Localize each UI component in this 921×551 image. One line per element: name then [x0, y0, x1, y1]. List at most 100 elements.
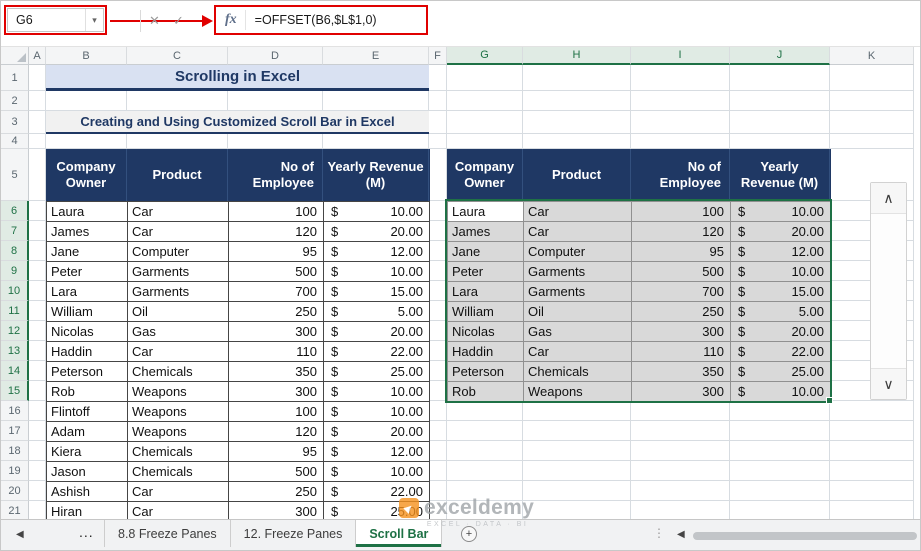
table-cell[interactable]: Laura [47, 202, 128, 222]
table-cell[interactable]: Garments [524, 282, 632, 302]
fx-icon[interactable]: fx [216, 12, 245, 28]
table-cell[interactable]: $20.00 [324, 422, 430, 442]
sheet-tab-scroll-bar[interactable]: Scroll Bar [356, 520, 443, 547]
column-header-E[interactable]: E [323, 47, 429, 65]
table-cell[interactable]: $10.00 [324, 202, 430, 222]
sheet-nav-left-icon[interactable]: ◀ [16, 529, 24, 540]
column-header-K[interactable]: K [830, 47, 914, 65]
table-cell[interactable]: $10.00 [324, 382, 430, 402]
table-cell[interactable]: 95 [229, 442, 324, 462]
scrollbar-up-button[interactable]: ∧ [871, 183, 906, 214]
row-header-17[interactable]: 17 [1, 421, 29, 441]
table-cell[interactable]: 110 [632, 342, 731, 362]
table-cell[interactable]: Peter [47, 262, 128, 282]
table-cell[interactable]: Weapons [128, 402, 229, 422]
table-cell[interactable]: $10.00 [731, 382, 831, 402]
row-header-8[interactable]: 8 [1, 241, 29, 261]
table-cell[interactable]: $10.00 [324, 262, 430, 282]
table-cell[interactable]: Lara [47, 282, 128, 302]
table-cell[interactable]: 700 [229, 282, 324, 302]
table-cell[interactable]: William [47, 302, 128, 322]
row-header-11[interactable]: 11 [1, 301, 29, 321]
table-cell[interactable]: Chemicals [128, 462, 229, 482]
table-cell[interactable]: 250 [229, 302, 324, 322]
table-header-cell[interactable]: No of Employee [631, 149, 730, 201]
table-cell[interactable]: 350 [229, 362, 324, 382]
column-header-C[interactable]: C [127, 47, 228, 65]
row-header-21[interactable]: 21 [1, 501, 29, 519]
table-cell[interactable]: Rob [47, 382, 128, 402]
row-header-7[interactable]: 7 [1, 221, 29, 241]
table-cell[interactable]: 100 [229, 202, 324, 222]
table-cell[interactable]: Peterson [448, 362, 524, 382]
row-header-14[interactable]: 14 [1, 361, 29, 381]
table-cell[interactable]: $5.00 [731, 302, 831, 322]
table-cell[interactable]: 100 [229, 402, 324, 422]
table-cell[interactable]: Car [128, 502, 229, 519]
table-cell[interactable]: Chemicals [524, 362, 632, 382]
table-cell[interactable]: 120 [229, 422, 324, 442]
table-cell[interactable]: Peter [448, 262, 524, 282]
table-cell[interactable]: $25.00 [324, 362, 430, 382]
table-cell[interactable]: James [448, 222, 524, 242]
column-header-F[interactable]: F [429, 47, 447, 65]
row-header-2[interactable]: 2 [1, 91, 29, 111]
table-cell[interactable]: Car [524, 202, 632, 222]
table-header-cell[interactable]: Company Owner [447, 149, 523, 201]
row-header-1[interactable]: 1 [1, 65, 29, 91]
table-cell[interactable]: Kiera [47, 442, 128, 462]
sheet-overflow-ellipsis[interactable]: ... [79, 524, 94, 540]
table-cell[interactable]: $15.00 [731, 282, 831, 302]
table-cell[interactable]: 300 [229, 382, 324, 402]
table-cell[interactable]: Laura [448, 202, 524, 222]
table-cell[interactable]: Car [128, 202, 229, 222]
row-header-13[interactable]: 13 [1, 341, 29, 361]
table-cell[interactable]: Haddin [47, 342, 128, 362]
table-header-cell[interactable]: Yearly Revenue (M) [323, 149, 429, 201]
table-cell[interactable]: 95 [632, 242, 731, 262]
table-cell[interactable]: Lara [448, 282, 524, 302]
table-cell[interactable]: $5.00 [324, 302, 430, 322]
scrollbar-track[interactable] [871, 214, 906, 370]
table-cell[interactable]: $20.00 [731, 222, 831, 242]
row-header-20[interactable]: 20 [1, 481, 29, 501]
row-header-12[interactable]: 12 [1, 321, 29, 341]
table-header-cell[interactable]: Yearly Revenue (M) [730, 149, 830, 201]
row-header-9[interactable]: 9 [1, 261, 29, 281]
table-cell[interactable]: Nicolas [448, 322, 524, 342]
table-cell[interactable]: Nicolas [47, 322, 128, 342]
row-header-16[interactable]: 16 [1, 401, 29, 421]
table-cell[interactable]: James [47, 222, 128, 242]
table-header-cell[interactable]: No of Employee [228, 149, 323, 201]
row-header-5[interactable]: 5 [1, 149, 29, 201]
table-cell[interactable]: Chemicals [128, 362, 229, 382]
row-header-18[interactable]: 18 [1, 441, 29, 461]
horizontal-scrollbar-thumb[interactable] [693, 532, 917, 540]
column-header-H[interactable]: H [523, 47, 631, 65]
table-cell[interactable]: Ashish [47, 482, 128, 502]
table-cell[interactable]: Garments [128, 282, 229, 302]
table-cell[interactable]: $12.00 [324, 242, 430, 262]
table-cell[interactable]: Car [128, 482, 229, 502]
table-cell[interactable]: $22.00 [731, 342, 831, 362]
column-header-G[interactable]: G [447, 47, 523, 65]
table-cell[interactable]: 500 [229, 462, 324, 482]
table-cell[interactable]: Car [524, 222, 632, 242]
table-cell[interactable]: Chemicals [128, 442, 229, 462]
table-cell[interactable]: Haddin [448, 342, 524, 362]
table-cell[interactable]: 120 [632, 222, 731, 242]
table-cell[interactable]: $20.00 [324, 322, 430, 342]
table-cell[interactable]: $15.00 [324, 282, 430, 302]
table-cell[interactable]: $10.00 [731, 262, 831, 282]
table-cell[interactable]: Car [524, 342, 632, 362]
table-header-cell[interactable]: Product [523, 149, 631, 201]
table-cell[interactable]: Weapons [128, 422, 229, 442]
name-box[interactable]: G6 ▾ [7, 8, 104, 32]
column-header-B[interactable]: B [46, 47, 127, 65]
table-cell[interactable]: 700 [632, 282, 731, 302]
table-cell[interactable]: $10.00 [324, 462, 430, 482]
table-cell[interactable]: William [448, 302, 524, 322]
table-cell[interactable]: $12.00 [731, 242, 831, 262]
sheet-tab-8-8-freeze-panes[interactable]: 8.8 Freeze Panes [105, 520, 231, 547]
fill-handle[interactable] [826, 397, 833, 404]
